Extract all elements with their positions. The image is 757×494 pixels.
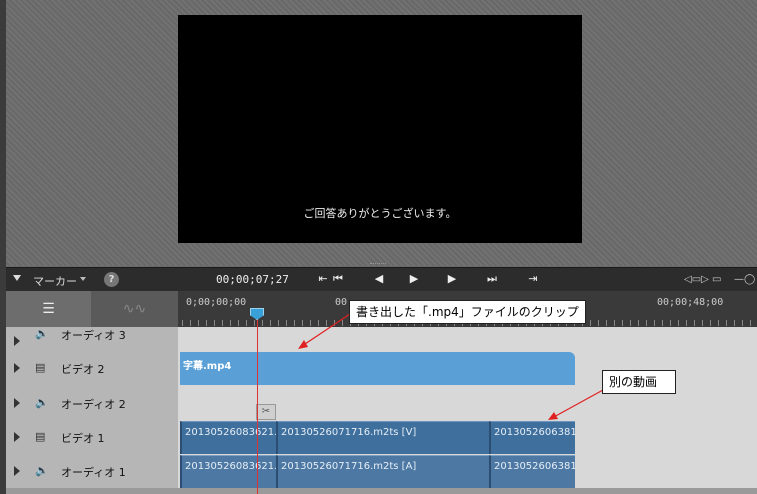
arrowhead-clip-callout — [298, 340, 308, 349]
annotation-arrows — [298, 313, 604, 420]
callout-clip: 書き出した「.mp4」ファイルのクリップ — [349, 300, 586, 324]
callout-other-video: 別の動画 — [602, 370, 677, 394]
arrow-clip-callout — [301, 313, 351, 347]
arrow-other-video — [551, 389, 604, 419]
